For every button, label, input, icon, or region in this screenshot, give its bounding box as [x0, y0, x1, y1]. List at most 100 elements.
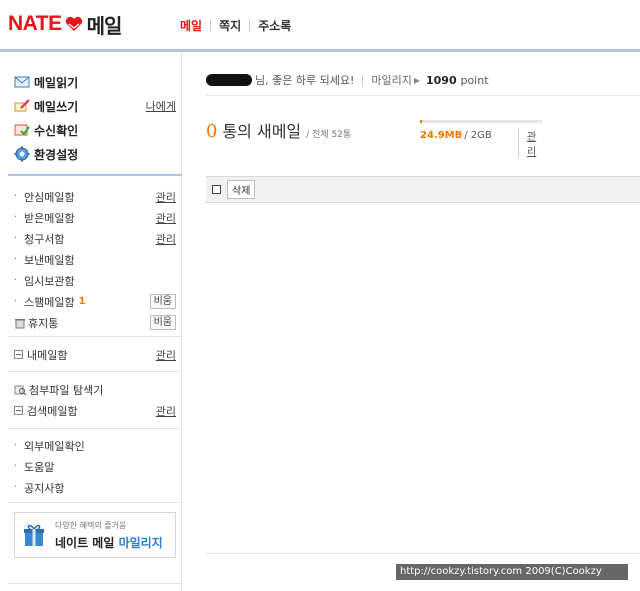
settings-gear-icon — [14, 146, 30, 162]
nate-mail-logo[interactable]: NATE 메일 — [8, 12, 123, 38]
tools-section: 첨부파일 탐색기 검색메일함 관리 — [14, 379, 176, 421]
menu-settings[interactable]: 환경설정 — [14, 142, 176, 166]
greeting-divider — [362, 74, 364, 86]
new-mail-count[interactable]: 0 — [206, 121, 217, 142]
main-menu: 메일읽기 메일쓰기 나에게 수신확인 환경설정 — [14, 70, 176, 166]
my-mailbox-section: 내메일함 관리 — [14, 344, 176, 365]
folder-spam[interactable]: · 스팸메일함 1 비움 — [14, 291, 176, 312]
folder-my-mailbox[interactable]: 내메일함 관리 — [14, 344, 176, 365]
help-link[interactable]: · 도움말 — [14, 456, 176, 477]
new-mail-summary: 0 통의 새메일 / 전체 52통 — [206, 118, 351, 142]
notice-link[interactable]: · 공지사항 — [14, 477, 176, 498]
folder-label: 검색메일함 — [27, 404, 78, 418]
menu-read-mail[interactable]: 메일읽기 — [14, 70, 176, 94]
bullet-dot: · — [14, 191, 18, 202]
sidebar-divider — [8, 502, 182, 503]
folder-search-mailbox[interactable]: 검색메일함 관리 — [14, 400, 176, 421]
folder-sent[interactable]: · 보낸메일함 — [14, 249, 176, 270]
mail-toolbar: 삭제 — [206, 176, 640, 203]
bullet-dot: · — [14, 461, 18, 472]
folder-label: 스팸메일함 — [24, 295, 75, 309]
nav-divider — [249, 20, 251, 31]
folder-safe-mail[interactable]: · 안심메일함 관리 — [14, 186, 176, 207]
quota-bar-fill — [420, 120, 423, 123]
link-label: 도움말 — [24, 460, 55, 474]
write-to-me-link[interactable]: 나에게 — [146, 98, 176, 114]
banner-text: 다양한 혜택의 즐거움 네이트 메일 마일리지 — [55, 520, 163, 551]
nav-mail[interactable]: 메일 — [180, 17, 202, 34]
bullet-dot: · — [14, 296, 18, 307]
folder-label: 받은메일함 — [24, 211, 75, 225]
attachment-search-icon — [14, 385, 27, 395]
attachment-explorer[interactable]: 첨부파일 탐색기 — [14, 379, 176, 400]
mileage-points: 1090 point — [426, 74, 489, 87]
trash-icon — [15, 318, 25, 328]
logo-service-text: 메일 — [86, 13, 123, 38]
banner-highlight-text: 마일리지 — [118, 535, 163, 550]
bullet-dot: · — [14, 440, 18, 451]
folder-bills[interactable]: · 청구서함 관리 — [14, 228, 176, 249]
link-label: 공지사항 — [24, 481, 65, 495]
write-mail-icon — [14, 99, 30, 112]
folder-inbox[interactable]: · 받은메일함 관리 — [14, 207, 176, 228]
arrow-right-icon: ▶ — [413, 75, 420, 85]
new-mail-label: 통의 새메일 — [222, 122, 302, 141]
top-navigation: 메일 쪽지 주소록 — [180, 17, 291, 34]
folder-list: · 안심메일함 관리 · 받은메일함 관리 · 청구서함 관리 · 보낸메일함 … — [14, 186, 176, 333]
nav-notes[interactable]: 쪽지 — [219, 17, 241, 34]
manage-link[interactable]: 관리 — [156, 347, 176, 363]
banner-small-text: 다양한 혜택의 즐거움 — [55, 520, 127, 530]
watermark: http://cookzy.tistory.com 2009(C)Cookzy — [396, 564, 628, 580]
greeting-divider-line — [206, 95, 640, 96]
main-content: 님, 좋은 하루 되세요! 마일리지 ▶ 1090 point 0 통의 새메일… — [182, 52, 640, 591]
collapse-toggle-icon[interactable] — [14, 350, 23, 359]
menu-receipt-check[interactable]: 수신확인 — [14, 118, 176, 142]
nav-divider — [210, 20, 212, 31]
quota-bar — [420, 120, 542, 123]
banner-big-text-a: 네이트 메일 — [55, 535, 119, 550]
link-label: 외부메일확인 — [24, 439, 85, 453]
extra-links: · 외부메일확인 · 도움말 · 공지사항 — [14, 435, 176, 498]
points-unit: point — [460, 73, 489, 87]
sidebar: 메일읽기 메일쓰기 나에게 수신확인 환경설정 · 안심메일함 관리 · 받은메… — [8, 52, 182, 591]
bullet-dot: · — [14, 233, 18, 244]
footer-divider — [8, 583, 182, 584]
quota-manage-link[interactable]: 관리 — [518, 128, 542, 158]
points-value: 1090 — [426, 73, 457, 87]
sidebar-divider — [8, 371, 182, 372]
nav-address-book[interactable]: 주소록 — [258, 17, 291, 34]
receipt-check-icon — [14, 124, 30, 136]
empty-trash-button[interactable]: 비움 — [149, 315, 176, 330]
bullet-dot: · — [14, 482, 18, 493]
menu-write-mail[interactable]: 메일쓰기 나에게 — [14, 94, 176, 118]
header: NATE 메일 메일 쪽지 주소록 — [0, 0, 640, 50]
select-all-checkbox[interactable] — [212, 185, 221, 194]
folder-label: 임시보관함 — [24, 274, 75, 288]
collapse-toggle-icon[interactable] — [14, 406, 23, 415]
manage-link[interactable]: 관리 — [156, 403, 176, 419]
manage-link[interactable]: 관리 — [156, 210, 176, 226]
total-mail-count: / 전체 52통 — [306, 130, 352, 140]
mileage-banner[interactable]: 다양한 혜택의 즐거움 네이트 메일 마일리지 — [14, 512, 176, 558]
bullet-dot: · — [14, 212, 18, 223]
mileage-link[interactable]: 마일리지 — [371, 72, 411, 88]
sidebar-divider — [8, 336, 182, 337]
delete-button[interactable]: 삭제 — [227, 180, 256, 199]
folder-label: 보낸메일함 — [24, 253, 75, 267]
quota-used: 24.9MB — [420, 130, 463, 141]
external-mail-check[interactable]: · 외부메일확인 — [14, 435, 176, 456]
empty-spam-button[interactable]: 비움 — [149, 294, 176, 309]
folder-drafts[interactable]: · 임시보관함 — [14, 270, 176, 291]
manage-link[interactable]: 관리 — [156, 189, 176, 205]
greeting-bar: 님, 좋은 하루 되세요! 마일리지 ▶ 1090 point — [206, 72, 489, 88]
bullet-dot: · — [14, 254, 18, 265]
manage-link[interactable]: 관리 — [156, 231, 176, 247]
sidebar-divider — [8, 428, 182, 429]
sidebar-divider — [8, 174, 182, 176]
storage-quota: 24.9MB / 2GB 관리 — [420, 120, 542, 158]
menu-settings-label: 환경설정 — [34, 147, 79, 162]
folder-label: 내메일함 — [27, 348, 68, 362]
folder-label: 안심메일함 — [24, 190, 75, 204]
folder-trash[interactable]: 휴지통 비움 — [14, 312, 176, 333]
menu-write-mail-label: 메일쓰기 — [34, 99, 79, 114]
